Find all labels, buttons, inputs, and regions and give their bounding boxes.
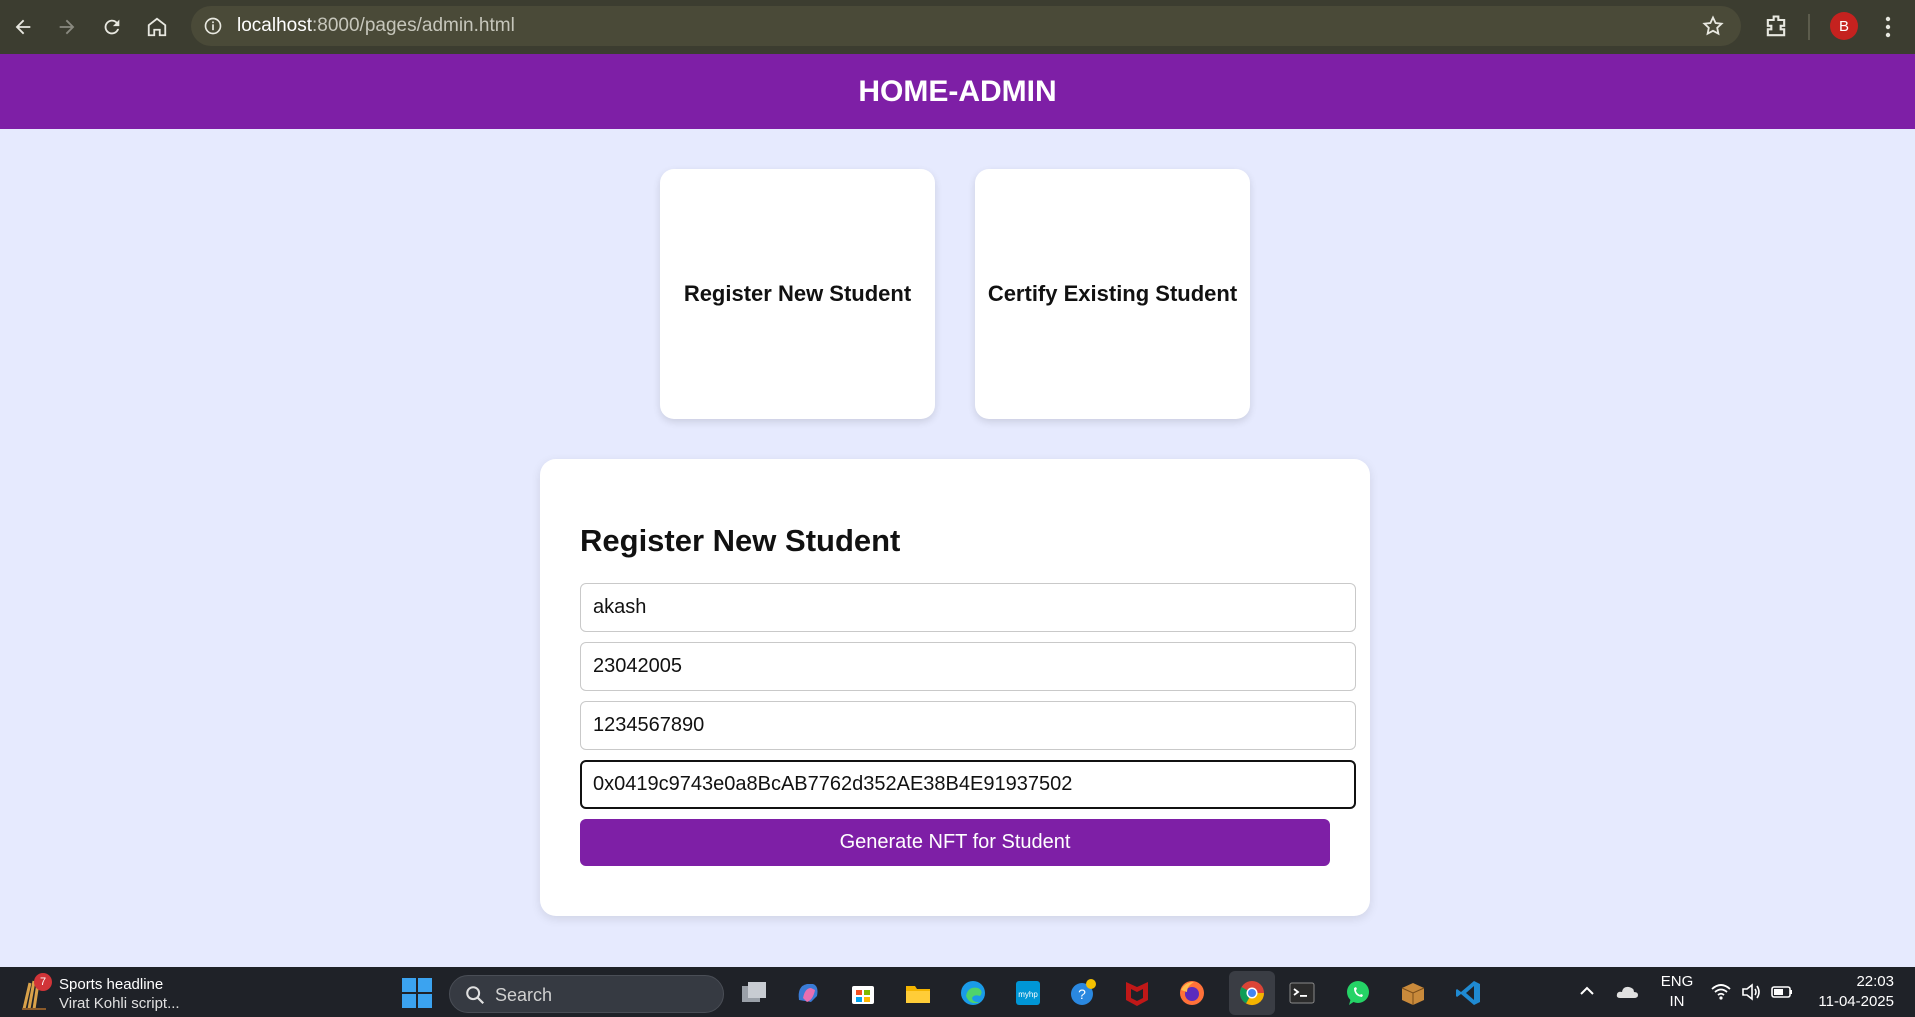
myhp-icon[interactable]: myhp [1011,976,1045,1010]
lang-line-2: IN [1669,993,1685,1010]
copilot-icon[interactable] [791,976,825,1010]
reload-button[interactable] [90,5,134,49]
url-path: :8000/pages/admin.html [312,15,515,36]
more-menu-icon[interactable] [1876,13,1900,41]
certify-student-card[interactable]: Certify Existing Student [975,169,1250,419]
back-button[interactable] [1,5,45,49]
firefox-icon[interactable] [1175,976,1209,1010]
page-header: HOME-ADMIN [0,54,1915,129]
student-dob-input[interactable] [580,642,1356,691]
generate-nft-button[interactable]: Generate NFT for Student [580,819,1330,866]
edge-browser-icon[interactable] [956,976,990,1010]
onedrive-cloud-icon[interactable] [1614,979,1640,1005]
windows-start-icon[interactable] [401,977,433,1009]
profile-avatar[interactable]: B [1830,12,1858,40]
package-app-icon[interactable] [1396,976,1430,1010]
show-hidden-icons-icon[interactable] [1577,981,1597,1001]
form-title: Register New Student [580,523,901,558]
extensions-puzzle-icon[interactable] [1762,13,1790,41]
home-icon [147,17,167,37]
microsoft-store-icon[interactable] [846,976,880,1010]
language-indicator[interactable]: ENG IN [1660,972,1694,1012]
news-subtitle: Virat Kohli script... [59,995,180,1012]
forward-button[interactable] [45,5,89,49]
search-label: Search [495,985,553,1005]
site-info-icon[interactable] [201,14,225,38]
file-explorer-icon[interactable] [901,976,935,1010]
system-clock[interactable]: 22:03 11-04-2025 [1808,972,1894,1012]
task-view-icon[interactable] [737,976,771,1010]
svg-text:myhp: myhp [1018,990,1038,999]
search-icon [466,986,485,1005]
forward-arrow-icon [59,19,75,35]
wallet-address-input[interactable] [580,760,1356,809]
certify-card-label: Certify Existing Student [987,281,1238,306]
mcafee-icon[interactable] [1120,976,1154,1010]
home-button[interactable] [135,5,179,49]
wifi-icon[interactable] [1710,981,1732,1003]
student-phone-input[interactable] [580,701,1356,750]
terminal-icon[interactable] [1285,976,1319,1010]
chrome-icon[interactable] [1235,976,1269,1010]
clock-time: 22:03 [1856,973,1894,990]
register-form-panel: Register New Student Generate NFT for St… [540,459,1370,916]
clock-date: 11-04-2025 [1818,993,1894,1010]
address-bar[interactable]: localhost:8000/pages/admin.html [191,6,1741,46]
vscode-icon[interactable] [1451,976,1485,1010]
get-help-icon[interactable]: ? [1066,976,1100,1010]
news-widget[interactable]: 7 Sports headline Virat Kohli script... [18,973,198,1013]
page-title: HOME-ADMIN [858,74,1057,108]
volume-icon[interactable] [1740,981,1762,1003]
battery-icon[interactable] [1770,981,1794,1003]
bookmark-star-icon[interactable] [1701,14,1725,38]
news-title: Sports headline [59,976,164,993]
student-name-input[interactable] [580,583,1356,632]
register-card-label: Register New Student [683,281,912,306]
back-arrow-icon [15,19,31,35]
url-text: localhost:8000/pages/admin.html [237,15,515,37]
whatsapp-icon[interactable] [1341,976,1375,1010]
lang-line-1: ENG [1660,973,1694,990]
toolbar-divider [1808,14,1810,40]
taskbar-search[interactable]: Search [449,975,724,1013]
svg-text:?: ? [1078,986,1086,1002]
reload-icon [104,19,120,35]
taskbar: 7 Sports headline Virat Kohli script... … [0,967,1915,1017]
register-student-card[interactable]: Register New Student [660,169,935,419]
browser-toolbar: localhost:8000/pages/admin.html B [0,0,1915,54]
news-count-badge: 7 [34,973,52,991]
url-host: localhost [237,15,312,36]
